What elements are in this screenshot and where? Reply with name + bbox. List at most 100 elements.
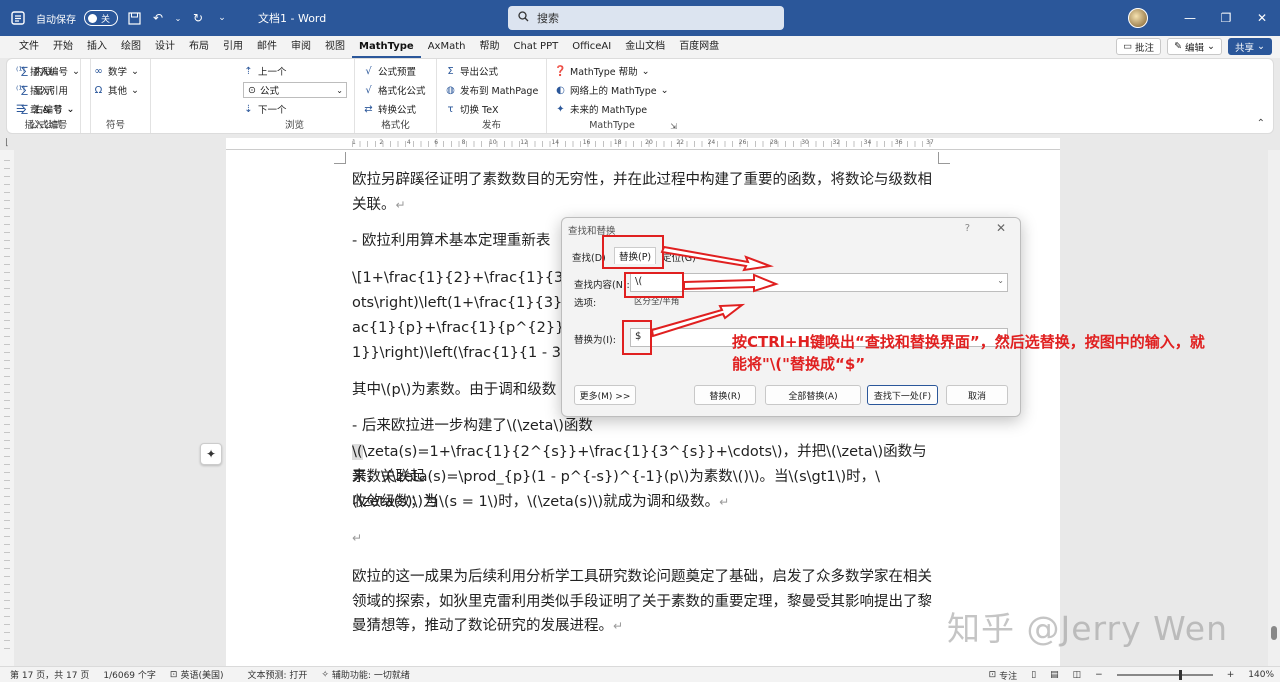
close-button[interactable]: ✕	[1244, 0, 1280, 36]
dialog-launcher-icon[interactable]: ⇲	[670, 122, 677, 131]
toggle-tex-button[interactable]: τ 切换 TeX	[445, 101, 498, 117]
collapse-ribbon-icon[interactable]: ⌃	[1257, 118, 1265, 129]
ruler-number: 12	[520, 139, 528, 146]
other-symbols-button[interactable]: Ω 其他 ⌄	[93, 82, 139, 98]
undo-dropdown-icon[interactable]: ⌄	[174, 10, 182, 26]
tab-goto[interactable]: 定位(G)	[662, 250, 696, 264]
ai-assist-icon[interactable]: ✦	[200, 443, 222, 465]
zoom-out-icon[interactable]: −	[1095, 670, 1103, 680]
ribbon-tabs: 文件 开始 插入 绘图 设计 布局 引用 邮件 审阅 视图 MathType A…	[0, 36, 1280, 58]
tab-home[interactable]: 开始	[46, 36, 80, 58]
convert-icon: ⇄	[364, 103, 373, 115]
tab-design[interactable]: 设计	[148, 36, 182, 58]
mathtype-help-button[interactable]: ❓ MathType 帮助 ⌄	[554, 63, 649, 79]
publish-mathpage-button[interactable]: ◍ 发布到 MathPage	[445, 82, 538, 98]
export-equations-button[interactable]: Σ 导出公式	[445, 63, 498, 79]
next-equation-button[interactable]: ⇣ 下一个	[243, 101, 287, 117]
tab-selector-icon[interactable]: ⌊	[0, 138, 14, 150]
browse-type-select[interactable]: ⊙ 公式 ⌄	[243, 82, 347, 98]
find-next-button[interactable]: 查找下一处(F)	[867, 385, 938, 405]
insert-number-button[interactable]: ⁽¹⁾ 插入编号 ⌄	[15, 63, 80, 79]
search-box[interactable]: 搜索	[508, 6, 784, 30]
vertical-scrollbar[interactable]	[1268, 150, 1280, 666]
redo-icon[interactable]: ↻	[190, 10, 206, 26]
paragraph-text: 欧拉的这一成果为后续利用分析学工具研究数论问题奠定了基础，启发了众多数学家在相关…	[352, 569, 932, 634]
read-mode-icon[interactable]: ▯	[1031, 670, 1036, 680]
more-options-button[interactable]: 更多(M) >>	[574, 385, 636, 405]
vertical-ruler	[0, 150, 14, 666]
accessibility-label: 辅助功能: 一切就绪	[331, 671, 410, 681]
future-mathtype-button[interactable]: ✦ 未来的 MathType	[555, 101, 647, 117]
print-layout-icon[interactable]: ▤	[1050, 670, 1059, 680]
insert-reference-button[interactable]: ⁽¹⁾ 插入引用	[15, 82, 68, 98]
browse-select-value: 公式	[259, 86, 279, 97]
page-count[interactable]: 第 17 页，共 17 页	[10, 668, 89, 681]
web-layout-icon[interactable]: ◫	[1073, 670, 1082, 680]
replace-button[interactable]: 替换(R)	[694, 385, 756, 405]
equation-presets-button[interactable]: √ 公式预置	[363, 63, 416, 79]
undo-icon[interactable]: ↶	[150, 10, 166, 26]
accessibility-status[interactable]: ✧ 辅助功能: 一切就绪	[321, 668, 410, 682]
paragraph-7: 欧拉的这一成果为后续利用分析学工具研究数论问题奠定了基础，启发了众多数学家在相关…	[352, 565, 934, 639]
insert-reference-label: 插入引用	[30, 86, 69, 97]
tab-kingsoft-docs[interactable]: 金山文档	[618, 36, 672, 58]
zoom-in-icon[interactable]: +	[1227, 670, 1235, 680]
minimize-button[interactable]: —	[1172, 0, 1208, 36]
close-icon[interactable]: ✕	[996, 221, 1006, 235]
future-label: 未来的 MathType	[570, 105, 648, 116]
tab-axmath[interactable]: AxMath	[421, 36, 473, 58]
chevron-down-icon[interactable]: ⌄	[997, 276, 1004, 285]
user-avatar[interactable]	[1128, 8, 1148, 28]
share-button[interactable]: 共享 ⌄	[1228, 38, 1272, 55]
previous-equation-button[interactable]: ⇡ 上一个	[243, 63, 286, 79]
group-label: 公式编号	[29, 120, 68, 131]
chapter-section-button[interactable]: ☰ 章 & 节 ⌄	[15, 101, 74, 117]
autosave-toggle[interactable]: 关	[84, 10, 118, 26]
tab-references[interactable]: 引用	[216, 36, 250, 58]
tab-chatppt[interactable]: Chat PPT	[506, 36, 565, 58]
replace-all-button[interactable]: 全部替换(A)	[765, 385, 861, 405]
zoom-level[interactable]: 140%	[1248, 670, 1274, 680]
tab-mailings[interactable]: 邮件	[250, 36, 284, 58]
tab-baidu-netdisk[interactable]: 百度网盘	[672, 36, 726, 58]
help-icon[interactable]: ?	[965, 223, 970, 234]
tab-view[interactable]: 视图	[318, 36, 352, 58]
convert-equations-button[interactable]: ⇄ 转换公式	[363, 101, 416, 117]
ruler-number: 1	[352, 139, 356, 146]
math-symbols-button[interactable]: ∞ 数学 ⌄	[93, 63, 139, 79]
tab-help[interactable]: 帮助	[472, 36, 506, 58]
word-count[interactable]: 1/6069 个字	[103, 668, 156, 681]
tab-layout[interactable]: 布局	[182, 36, 216, 58]
comments-button[interactable]: ▭ 批注	[1116, 38, 1162, 55]
tab-file[interactable]: 文件	[12, 36, 46, 58]
next-label: 下一个	[258, 105, 287, 116]
format-equations-button[interactable]: √ 格式化公式	[363, 82, 425, 98]
help-label: MathType 帮助	[570, 67, 638, 78]
annotation-box-find-input	[624, 272, 684, 298]
tab-mathtype[interactable]: MathType	[352, 36, 421, 58]
tab-review[interactable]: 审阅	[284, 36, 318, 58]
find-what-input[interactable]: \(⌄	[630, 273, 1008, 292]
reference-icon: ⁽¹⁾	[16, 84, 25, 96]
focus-mode-button[interactable]: ⊡ 专注	[989, 669, 1018, 682]
tab-insert[interactable]: 插入	[80, 36, 114, 58]
text-prediction-status[interactable]: 文本预测: 打开	[247, 668, 307, 681]
word-app-icon[interactable]	[10, 10, 26, 26]
customize-toolbar-icon[interactable]: ⌄	[214, 10, 230, 26]
proofing-status[interactable]: ⊡ 英语(美国)	[170, 668, 224, 682]
editing-mode-button[interactable]: ✎ 编辑 ⌄	[1167, 38, 1223, 55]
zoom-slider[interactable]	[1116, 670, 1213, 680]
publish-group: Σ 导出公式 ◍ 发布到 MathPage τ 切换 TeX 发布	[437, 59, 547, 133]
ruler-number: 37	[926, 139, 934, 146]
tab-officeai[interactable]: OfficeAI	[565, 36, 618, 58]
mathtype-online-button[interactable]: ◐ 网络上的 MathType ⌄	[555, 82, 668, 98]
tab-find[interactable]: 查找(D)	[572, 250, 606, 264]
format-group: √ 公式预置 √ 格式化公式 ⇄ 转换公式 格式化	[355, 59, 437, 133]
crop-mark	[938, 152, 950, 164]
save-icon[interactable]	[126, 10, 142, 26]
horizontal-ruler[interactable]: 1 2 4 6 8 10 12 14 16 18 20 22 24 26 28 30 32 34 36 37	[226, 138, 1060, 150]
cancel-button[interactable]: 取消	[946, 385, 1008, 405]
restore-button[interactable]: ❐	[1208, 0, 1244, 36]
tab-draw[interactable]: 绘图	[114, 36, 148, 58]
scrollbar-thumb[interactable]	[1271, 626, 1277, 640]
